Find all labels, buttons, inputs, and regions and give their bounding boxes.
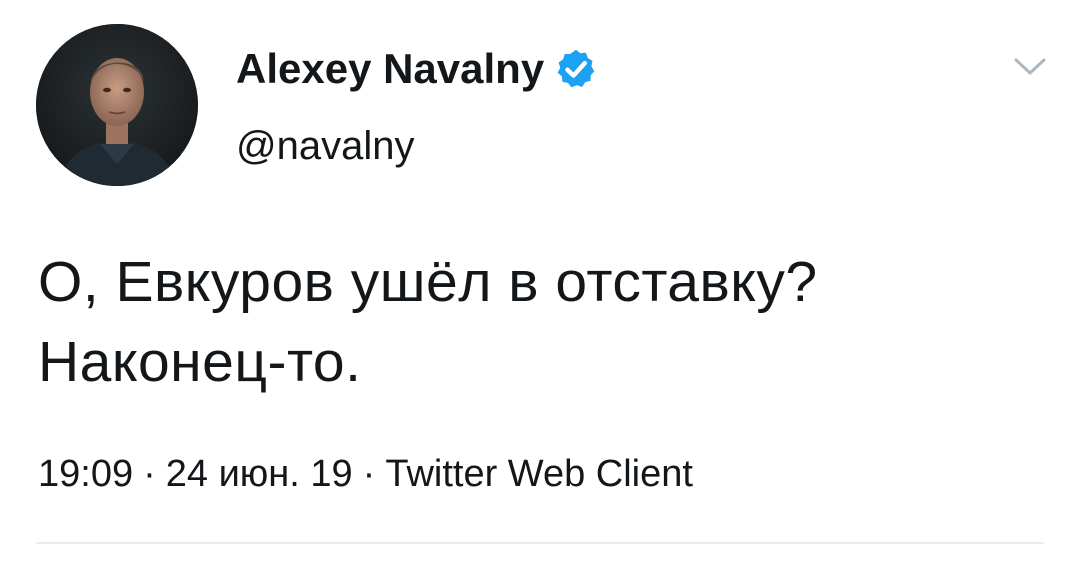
author-display-name[interactable]: Alexey Navalny [236, 44, 598, 94]
display-name-text[interactable]: Alexey Navalny [236, 44, 544, 94]
meta-separator: · [143, 453, 156, 495]
divider [36, 542, 1044, 544]
author-avatar[interactable] [36, 24, 198, 186]
tweet-date[interactable]: 24 июн. 19 [166, 453, 353, 495]
verified-badge-icon [557, 49, 595, 88]
chevron-down-icon[interactable] [1012, 52, 1048, 80]
author-handle[interactable]: @navalny [236, 122, 414, 170]
tweet-card: Alexey Navalny @navalny О, Евкуров ушёл … [0, 0, 1080, 562]
avatar-photo-icon [36, 24, 198, 186]
tweet-time[interactable]: 19:09 [38, 453, 133, 495]
tweet-text-line-2: Наконец-то. [38, 330, 362, 394]
tweet-text-line-1: О, Евкуров ушёл в отставку? [38, 250, 818, 314]
meta-separator: · [362, 453, 376, 495]
tweet-text: О, Евкуров ушёл в отставку? Наконец-то. [38, 242, 1048, 402]
tweet-meta: 19:09 · 24 июн. 19 · Twitter Web Client [38, 450, 693, 498]
tweet-client[interactable]: Twitter Web Client [385, 453, 693, 495]
